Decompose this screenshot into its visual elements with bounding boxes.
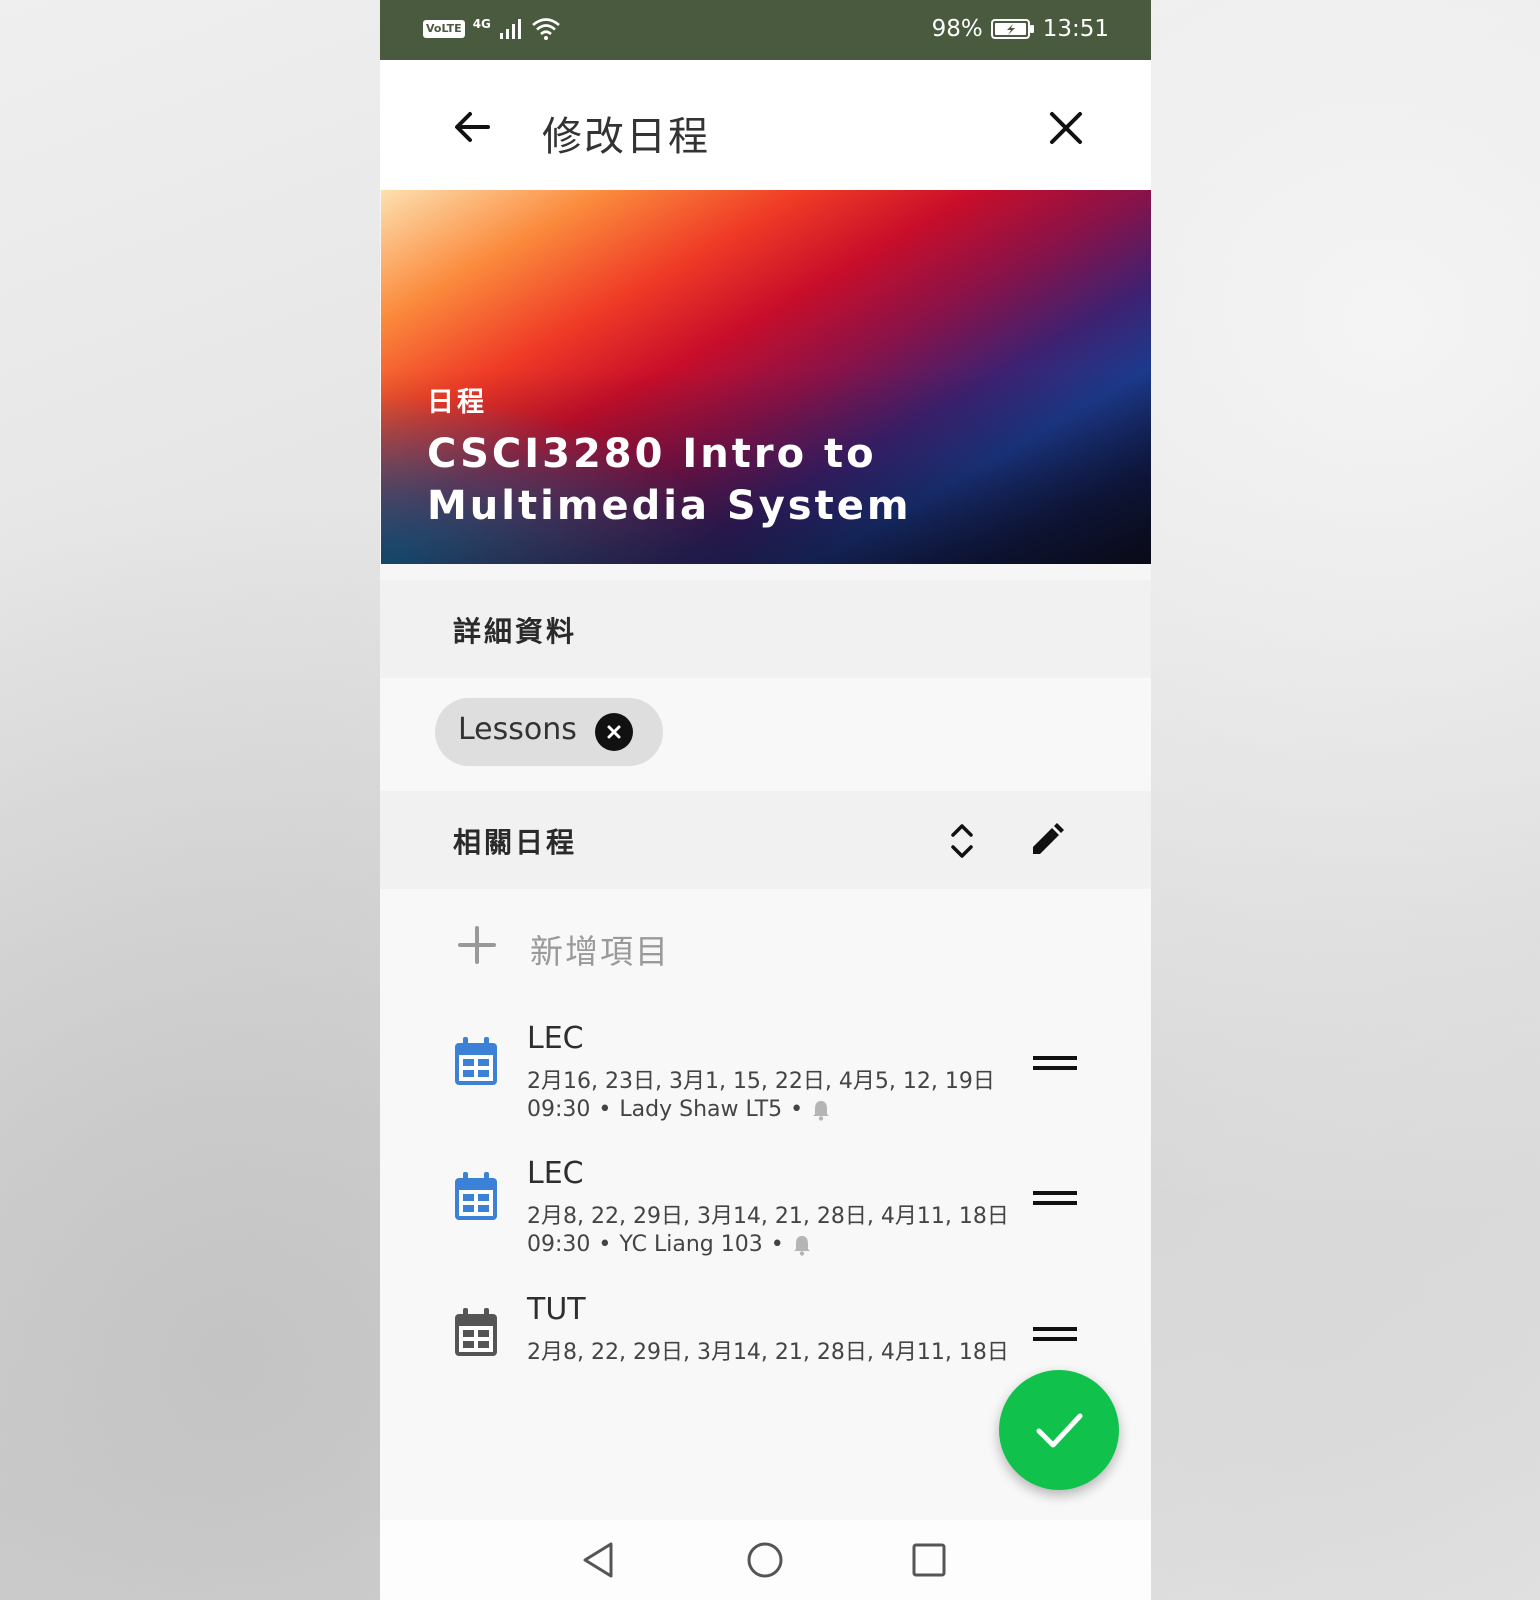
separator-dot: • bbox=[598, 1097, 612, 1122]
tag-chip-label: Lessons bbox=[458, 712, 577, 747]
battery-charging-icon bbox=[990, 19, 1034, 39]
banner-label: 日程 bbox=[427, 387, 487, 418]
check-icon bbox=[1036, 1413, 1083, 1448]
home-circle-icon bbox=[747, 1542, 783, 1578]
item-meta: 09:30 • Lady Shaw LT5 • bbox=[527, 1097, 831, 1122]
separator-dot: • bbox=[770, 1232, 784, 1257]
volte-badge: VoLTE bbox=[423, 20, 465, 38]
separator-dot: • bbox=[598, 1232, 612, 1257]
wifi-icon bbox=[532, 18, 560, 40]
schedule-list-item[interactable]: LEC 2月8, 22, 29日, 3月14, 21, 28日, 4月11, 1… bbox=[380, 1146, 1151, 1276]
status-left-group: VoLTE 4G bbox=[423, 17, 561, 41]
calendar-icon bbox=[455, 1172, 497, 1220]
close-icon bbox=[607, 725, 621, 739]
nav-back-button[interactable] bbox=[580, 1540, 620, 1580]
page-title: 修改日程 bbox=[542, 114, 710, 160]
back-triangle-icon bbox=[583, 1542, 613, 1578]
add-item-button[interactable]: 新增項目 bbox=[380, 889, 1151, 999]
separator-dot: • bbox=[790, 1097, 804, 1122]
phone-screen: VoLTE 4G 98% 13:51 修改日程 日程 CSCI3280 Intr… bbox=[380, 0, 1151, 1600]
unfold-icon bbox=[951, 824, 973, 858]
status-bar: VoLTE 4G 98% 13:51 bbox=[380, 0, 1151, 60]
tag-chip-lessons[interactable]: Lessons bbox=[435, 698, 663, 766]
item-location: Lady Shaw LT5 bbox=[619, 1097, 783, 1122]
system-nav-bar bbox=[380, 1520, 1151, 1600]
plus-icon bbox=[458, 926, 496, 964]
nav-recents-button[interactable] bbox=[909, 1540, 949, 1580]
add-item-label: 新增項目 bbox=[530, 932, 670, 971]
schedule-banner: 日程 CSCI3280 Intro to Multimedia System bbox=[381, 190, 1151, 564]
item-time: 09:30 bbox=[527, 1097, 591, 1122]
app-bar: 修改日程 bbox=[380, 60, 1151, 190]
nav-home-button[interactable] bbox=[745, 1540, 785, 1580]
calendar-icon bbox=[455, 1037, 497, 1085]
item-dates: 2月8, 22, 29日, 3月14, 21, 28日, 4月11, 18日 bbox=[527, 1340, 1009, 1365]
item-title: LEC bbox=[527, 1021, 584, 1056]
bell-icon bbox=[793, 1235, 810, 1256]
drag-handle[interactable] bbox=[1033, 1188, 1077, 1208]
recents-square-icon bbox=[912, 1543, 946, 1577]
clock: 13:51 bbox=[1042, 16, 1109, 42]
schedule-list-item[interactable]: LEC 2月16, 23日, 3月1, 15, 22日, 4月5, 12, 19… bbox=[380, 1011, 1151, 1141]
edit-button[interactable] bbox=[1028, 821, 1066, 859]
item-dates: 2月8, 22, 29日, 3月14, 21, 28日, 4月11, 18日 bbox=[527, 1204, 1009, 1229]
item-location: YC Liang 103 bbox=[619, 1232, 763, 1257]
item-meta: 09:30 • YC Liang 103 • bbox=[527, 1232, 812, 1257]
item-title: TUT bbox=[527, 1292, 586, 1327]
bell-icon bbox=[813, 1100, 830, 1121]
details-section-title: 詳細資料 bbox=[453, 615, 578, 648]
drag-handle[interactable] bbox=[1033, 1324, 1077, 1344]
status-right-group: 98% 13:51 bbox=[932, 16, 1109, 42]
network-label: 4G bbox=[472, 17, 491, 31]
details-section-header: 詳細資料 bbox=[380, 580, 1151, 678]
pencil-icon bbox=[1033, 823, 1064, 854]
calendar-icon bbox=[455, 1308, 497, 1356]
item-title: LEC bbox=[527, 1156, 584, 1191]
signal-icon bbox=[499, 19, 521, 39]
item-time: 09:30 bbox=[527, 1232, 591, 1257]
drag-handle[interactable] bbox=[1033, 1053, 1077, 1073]
arrow-left-icon bbox=[455, 112, 490, 142]
expand-collapse-button[interactable] bbox=[942, 819, 982, 863]
tags-area: Lessons bbox=[380, 678, 1151, 791]
close-button[interactable] bbox=[1046, 108, 1086, 148]
battery-percent: 98% bbox=[931, 16, 983, 42]
related-section-header: 相關日程 bbox=[380, 791, 1151, 889]
banner-title: CSCI3280 Intro to Multimedia System bbox=[427, 431, 912, 529]
save-fab-button[interactable] bbox=[999, 1370, 1119, 1490]
back-button[interactable] bbox=[450, 105, 494, 149]
related-section-title: 相關日程 bbox=[453, 826, 578, 859]
chip-remove-button[interactable] bbox=[595, 713, 633, 751]
close-icon bbox=[1050, 112, 1082, 144]
item-dates: 2月16, 23日, 3月1, 15, 22日, 4月5, 12, 19日 bbox=[527, 1069, 995, 1094]
